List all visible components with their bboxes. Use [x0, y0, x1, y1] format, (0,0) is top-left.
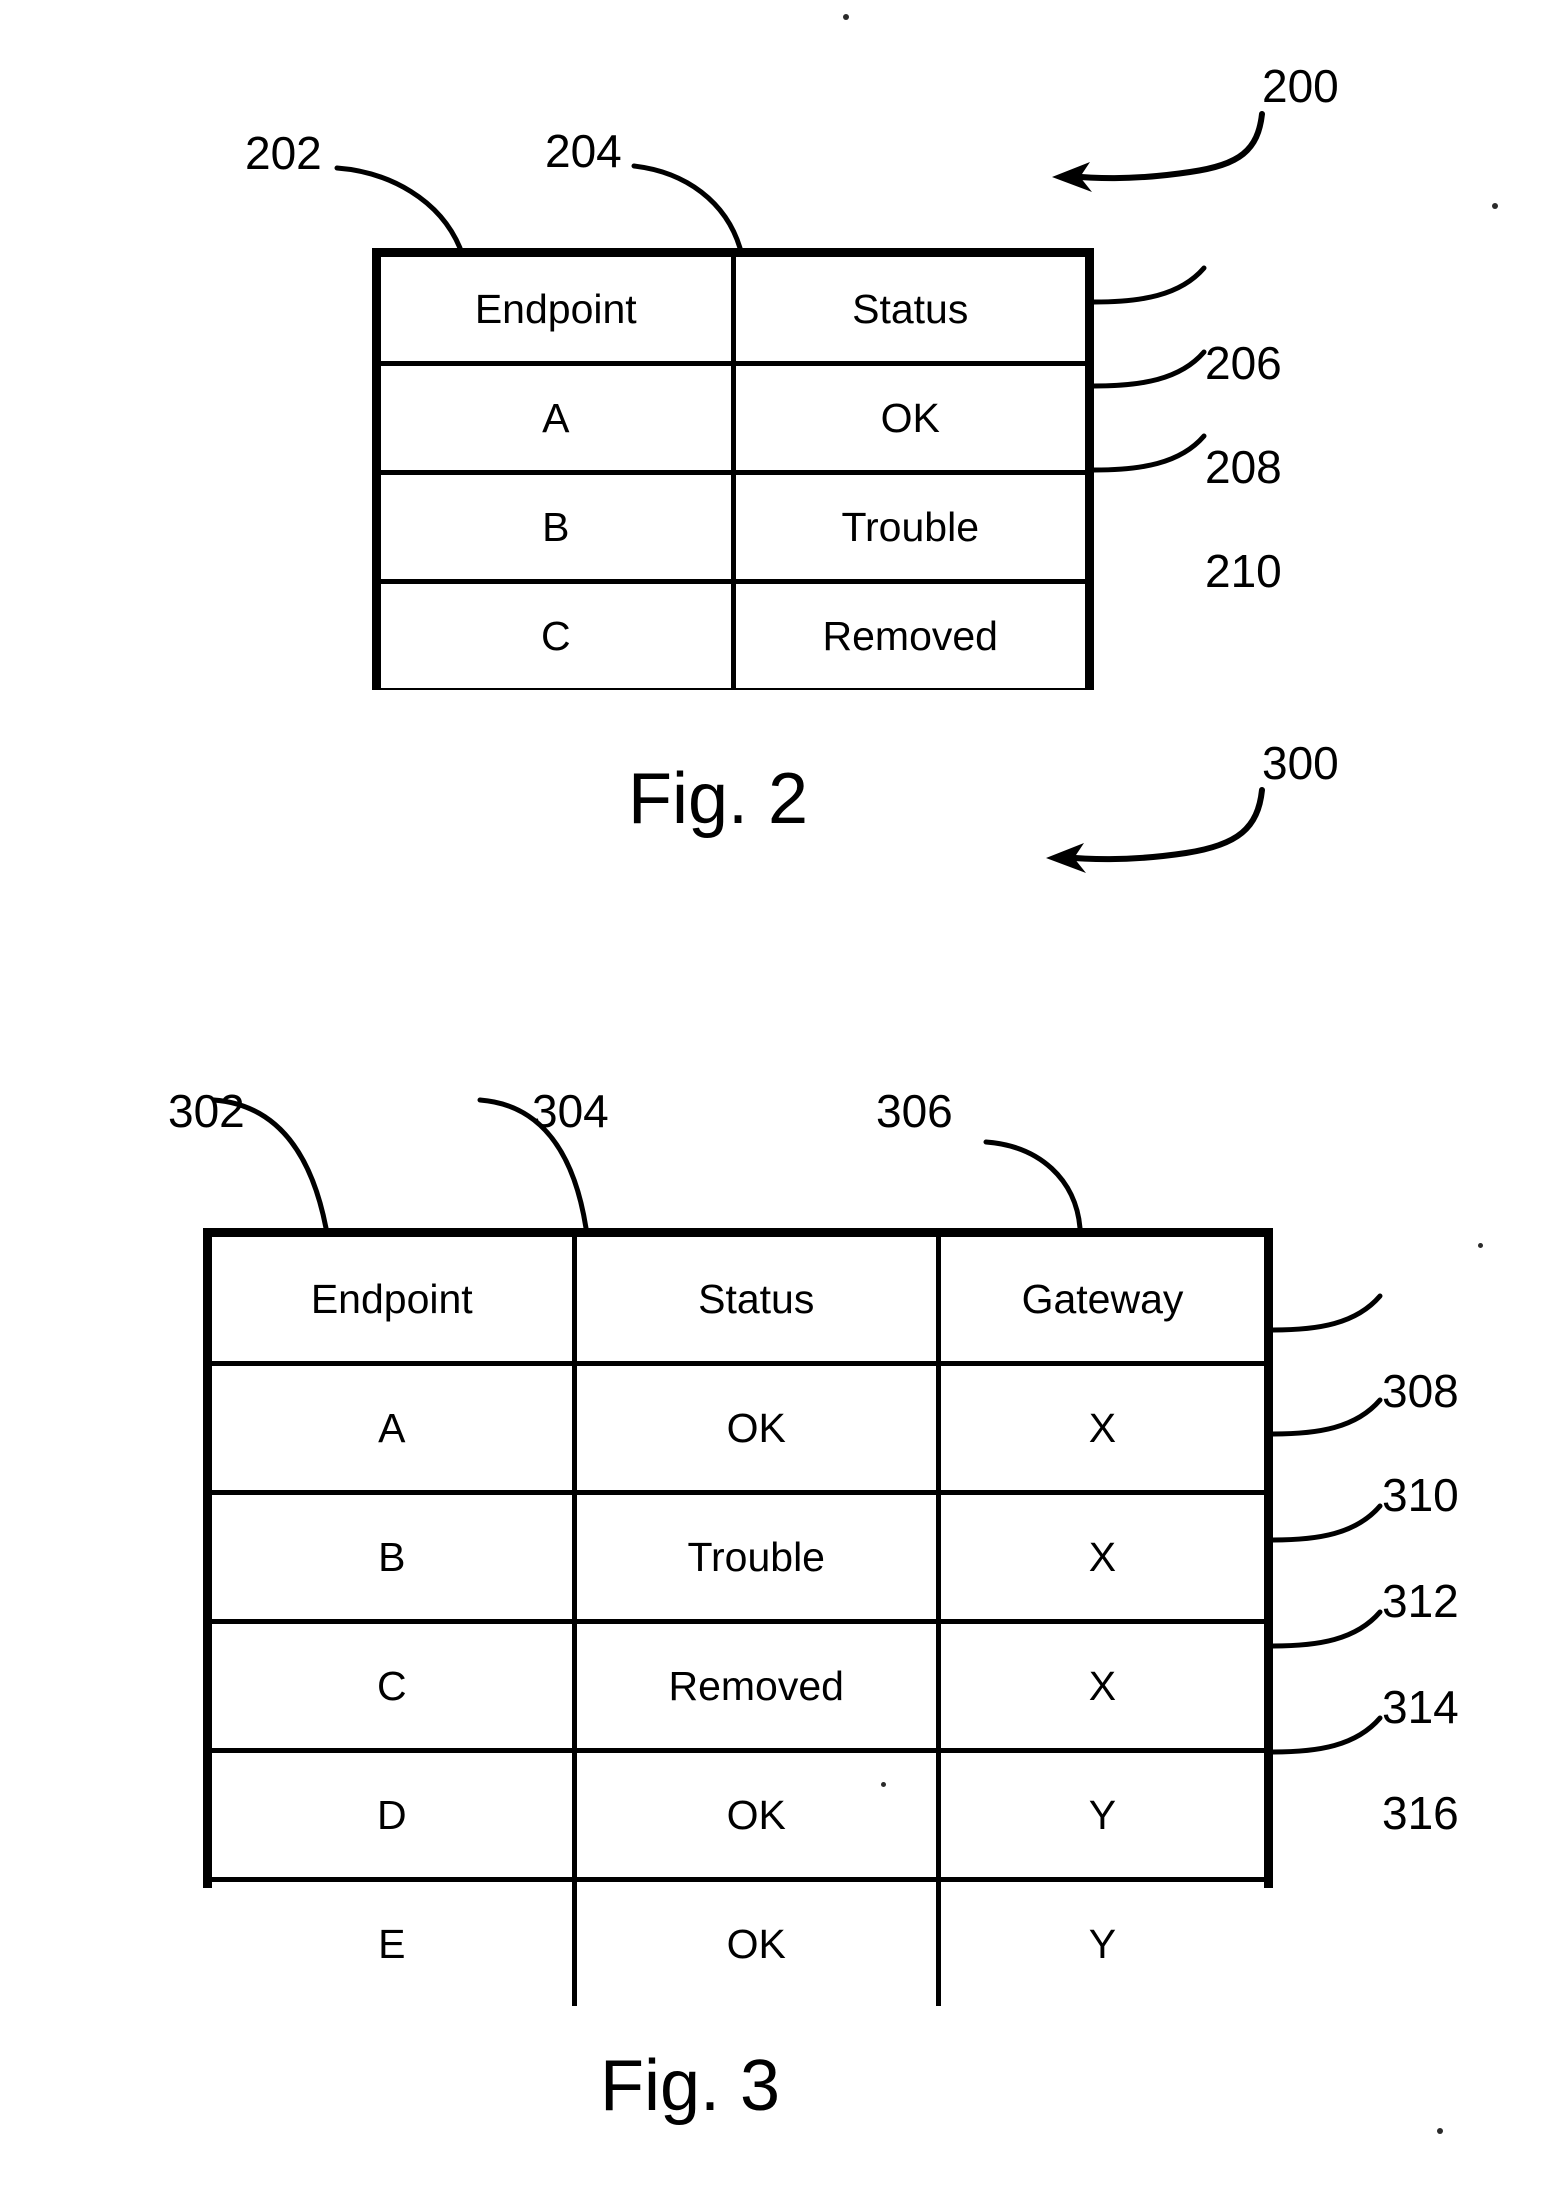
ref-number-200: 200 — [1262, 60, 1339, 112]
ref-number-304: 304 — [532, 1085, 609, 1137]
table-row: D OK Y — [212, 1748, 1264, 1882]
ref-number-204: 204 — [545, 125, 622, 177]
scan-speckle — [1492, 203, 1498, 209]
leader-202 — [334, 165, 463, 251]
table-row: C Removed X — [212, 1619, 1264, 1753]
ref-number-202: 202 — [245, 127, 322, 179]
cell-endpoint: C — [212, 1619, 577, 1753]
cell-gateway: X — [935, 1619, 1264, 1753]
leader-204 — [631, 163, 743, 251]
cell-status: OK — [571, 1361, 941, 1495]
header-cell-status: Status — [730, 257, 1085, 366]
cell-status: Trouble — [730, 470, 1085, 584]
ref-number-314: 314 — [1382, 1681, 1459, 1733]
figure-200-arrow-leader — [1052, 111, 1265, 192]
endpoint-status-table: Endpoint Status A OK B Trouble C Removed — [372, 248, 1094, 690]
table-row: A OK — [381, 361, 1085, 475]
cell-status: Trouble — [571, 1490, 941, 1624]
ref-number-208: 208 — [1205, 441, 1282, 493]
endpoint-status-gateway-table: Endpoint Status Gateway A OK X B Trouble… — [203, 1228, 1273, 2006]
cell-status: Removed — [730, 579, 1085, 688]
cell-status: Removed — [571, 1619, 941, 1753]
ref-number-306: 306 — [876, 1085, 953, 1137]
cell-status: OK — [571, 1748, 941, 1882]
cell-endpoint: D — [212, 1748, 577, 1882]
table-row: A OK X — [212, 1361, 1264, 1495]
ref-number-316: 316 — [1382, 1787, 1459, 1839]
ref-number-308: 308 — [1382, 1365, 1459, 1417]
table-header-row: Endpoint Status Gateway — [212, 1237, 1264, 1366]
cell-gateway: Y — [935, 1877, 1264, 2006]
leader-208 — [1091, 349, 1207, 389]
ref-number-312: 312 — [1382, 1575, 1459, 1627]
ref-number-302: 302 — [168, 1085, 245, 1137]
cell-endpoint: B — [212, 1490, 577, 1624]
leader-206 — [1091, 265, 1207, 305]
leader-308 — [1270, 1293, 1383, 1333]
ref-number-300: 300 — [1262, 737, 1339, 789]
cell-status: OK — [571, 1877, 941, 2006]
scan-speckle — [1437, 2128, 1443, 2134]
table-row: B Trouble X — [212, 1490, 1264, 1624]
leader-316 — [1270, 1715, 1383, 1755]
header-cell-endpoint: Endpoint — [212, 1237, 577, 1366]
scan-speckle — [881, 1782, 886, 1787]
table-row: B Trouble — [381, 470, 1085, 584]
ref-number-206: 206 — [1205, 337, 1282, 389]
table-row: E OK Y — [212, 1877, 1264, 2006]
leader-310 — [1270, 1397, 1383, 1437]
figure-300-arrow-leader — [1046, 787, 1265, 873]
ref-number-210: 210 — [1205, 545, 1282, 597]
cell-endpoint: A — [212, 1361, 577, 1495]
patent-drawing-sheet: 202 204 200 206 208 210 Endpoint Status … — [0, 0, 1550, 2196]
table-row: C Removed — [381, 579, 1085, 688]
scan-speckle — [843, 14, 849, 20]
header-cell-status: Status — [571, 1237, 941, 1366]
cell-endpoint: E — [212, 1877, 577, 2006]
leader-210 — [1091, 433, 1207, 473]
leader-306 — [983, 1139, 1083, 1231]
cell-endpoint: A — [381, 361, 736, 475]
table-header-row: Endpoint Status — [381, 257, 1085, 366]
figure-caption-2: Fig. 2 — [628, 759, 809, 839]
cell-status: OK — [730, 361, 1085, 475]
cell-gateway: Y — [935, 1748, 1264, 1882]
leader-314 — [1270, 1609, 1383, 1649]
header-cell-gateway: Gateway — [935, 1237, 1264, 1366]
cell-endpoint: C — [381, 579, 736, 688]
scan-speckle — [1478, 1243, 1483, 1248]
cell-gateway: X — [935, 1490, 1264, 1624]
figure-caption-3: Fig. 3 — [600, 2046, 781, 2126]
cell-endpoint: B — [381, 470, 736, 584]
header-cell-endpoint: Endpoint — [381, 257, 736, 366]
ref-number-310: 310 — [1382, 1469, 1459, 1521]
cell-gateway: X — [935, 1361, 1264, 1495]
leader-312 — [1270, 1503, 1383, 1543]
